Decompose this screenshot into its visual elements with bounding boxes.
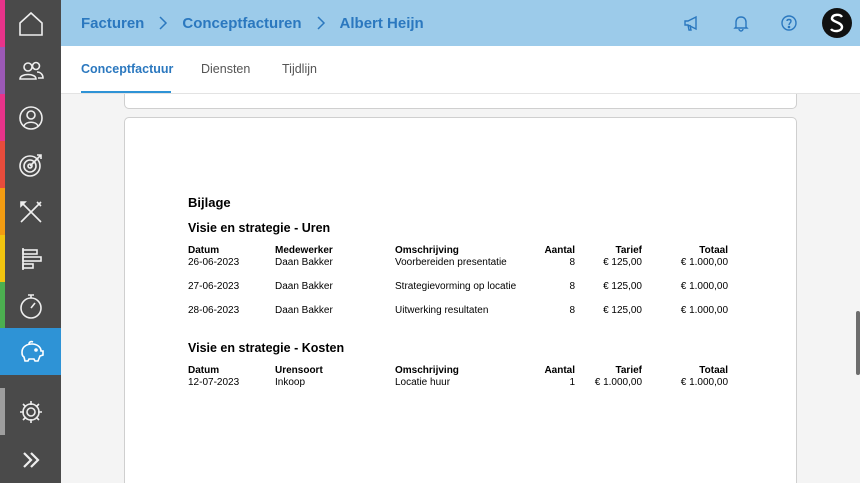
tools-icon <box>19 200 42 223</box>
table-cell: 28-06-2023 <box>188 305 240 316</box>
column-header: Datum <box>188 245 220 256</box>
sidebar-item-profile[interactable] <box>0 94 61 141</box>
stopwatch-icon <box>19 293 42 319</box>
tab-tijdlijn[interactable]: Tijdlijn <box>282 46 317 93</box>
breadcrumb: Facturen Conceptfacturen Albert Heijn <box>81 0 424 46</box>
column-header: Omschrijving <box>395 365 459 376</box>
column-header: Tarief <box>615 245 643 256</box>
notifications-button[interactable] <box>729 11 753 35</box>
column-header: Aantal <box>544 365 575 376</box>
home-icon <box>18 11 43 36</box>
invoice-page-card: Bijlage Visie en strategie - Uren Datum … <box>124 117 797 483</box>
tab-bar: Conceptfactuur Diensten Tijdlijn <box>61 46 860 94</box>
help-icon <box>781 15 797 31</box>
user-icon <box>18 105 43 130</box>
previous-page-card <box>124 94 797 109</box>
megaphone-icon <box>684 15 697 31</box>
sidebar-item-timer[interactable] <box>0 282 61 329</box>
breadcrumb-conceptfacturen[interactable]: Conceptfacturen <box>182 15 301 32</box>
tab-conceptfactuur[interactable]: Conceptfactuur <box>81 46 173 93</box>
table-row: 27-06-2023 Daan Bakker Strategievorming … <box>188 281 728 293</box>
sidebar-item-goals[interactable] <box>0 141 61 188</box>
table-cell: Strategievorming op locatie <box>395 281 517 292</box>
section-costs-title: Visie en strategie - Kosten <box>188 341 345 355</box>
timeline-icon <box>21 247 42 270</box>
costs-table: Datum Urensoort Omschrijving Aantal Tari… <box>188 365 728 389</box>
hours-table: Datum Medewerker Omschrijving Aantal Tar… <box>188 245 728 317</box>
sidebar-item-settings[interactable] <box>0 388 61 435</box>
announcements-button[interactable] <box>680 11 704 35</box>
table-cell: Uitwerking resultaten <box>395 305 489 316</box>
piggy-bank-icon <box>20 340 44 362</box>
column-header: Datum <box>188 365 220 376</box>
table-cell: € 1.000,00 <box>680 305 728 316</box>
section-hours-title: Visie en strategie - Uren <box>188 221 331 235</box>
top-header: Facturen Conceptfacturen Albert Heijn <box>61 0 860 46</box>
table-cell: 8 <box>569 257 575 268</box>
sidebar-item-finance[interactable] <box>0 328 61 375</box>
column-header: Tarief <box>615 365 643 376</box>
column-header: Medewerker <box>275 245 333 256</box>
table-row: 26-06-2023 Daan Bakker Voorbereiden pres… <box>188 257 728 269</box>
active-tab-indicator <box>81 91 171 93</box>
document-title: Bijlage <box>188 195 231 210</box>
sidebar-expand-button[interactable] <box>0 436 61 483</box>
table-cell: 1 <box>569 377 575 388</box>
expand-icon <box>22 451 40 468</box>
table-cell: Daan Bakker <box>275 257 333 268</box>
users-icon <box>18 61 44 80</box>
tab-diensten[interactable]: Diensten <box>201 46 250 93</box>
table-cell: Voorbereiden presentatie <box>395 257 507 268</box>
table-cell: € 1.000,00 <box>680 377 728 388</box>
settings-icon <box>19 400 42 423</box>
help-button[interactable] <box>777 11 801 35</box>
chevron-right-icon <box>158 16 168 30</box>
table-cell: € 1.000,00 <box>594 377 642 388</box>
target-icon <box>18 153 42 177</box>
table-cell: 12-07-2023 <box>188 377 240 388</box>
table-cell: 27-06-2023 <box>188 281 240 292</box>
column-header: Omschrijving <box>395 245 459 256</box>
table-cell: 8 <box>569 281 575 292</box>
table-cell: € 1.000,00 <box>680 257 728 268</box>
table-cell: Locatie huur <box>395 377 451 388</box>
vertical-scrollbar[interactable] <box>856 311 860 375</box>
table-row: 12-07-2023 Inkoop Locatie huur 1 € 1.000… <box>188 377 728 389</box>
column-header: Totaal <box>699 365 728 376</box>
sidebar-item-users[interactable] <box>0 47 61 94</box>
table-cell: Daan Bakker <box>275 281 333 292</box>
table-cell: € 125,00 <box>603 281 642 292</box>
logo-icon <box>830 13 844 33</box>
table-row: 28-06-2023 Daan Bakker Uitwerking result… <box>188 305 728 317</box>
table-header: Datum Urensoort Omschrijving Aantal Tari… <box>188 365 728 377</box>
brand-logo[interactable] <box>822 8 852 38</box>
table-cell: Daan Bakker <box>275 305 333 316</box>
table-cell: 26-06-2023 <box>188 257 240 268</box>
sidebar-item-home[interactable] <box>0 0 61 47</box>
column-header: Aantal <box>544 245 575 256</box>
breadcrumb-facturen[interactable]: Facturen <box>81 15 144 32</box>
column-header: Totaal <box>699 245 728 256</box>
breadcrumb-albert-heijn[interactable]: Albert Heijn <box>340 15 424 32</box>
table-header: Datum Medewerker Omschrijving Aantal Tar… <box>188 245 728 257</box>
column-header: Urensoort <box>275 365 323 376</box>
sidebar-item-tools[interactable] <box>0 188 61 235</box>
sidebar-item-planning[interactable] <box>0 235 61 282</box>
table-cell: € 1.000,00 <box>680 281 728 292</box>
sidebar <box>0 0 61 483</box>
table-cell: Inkoop <box>275 377 306 388</box>
main-content: Bijlage Visie en strategie - Uren Datum … <box>61 94 860 483</box>
table-cell: 8 <box>569 305 575 316</box>
chevron-right-icon <box>316 16 326 30</box>
bell-icon <box>733 16 749 32</box>
table-cell: € 125,00 <box>603 305 642 316</box>
table-cell: € 125,00 <box>603 257 642 268</box>
